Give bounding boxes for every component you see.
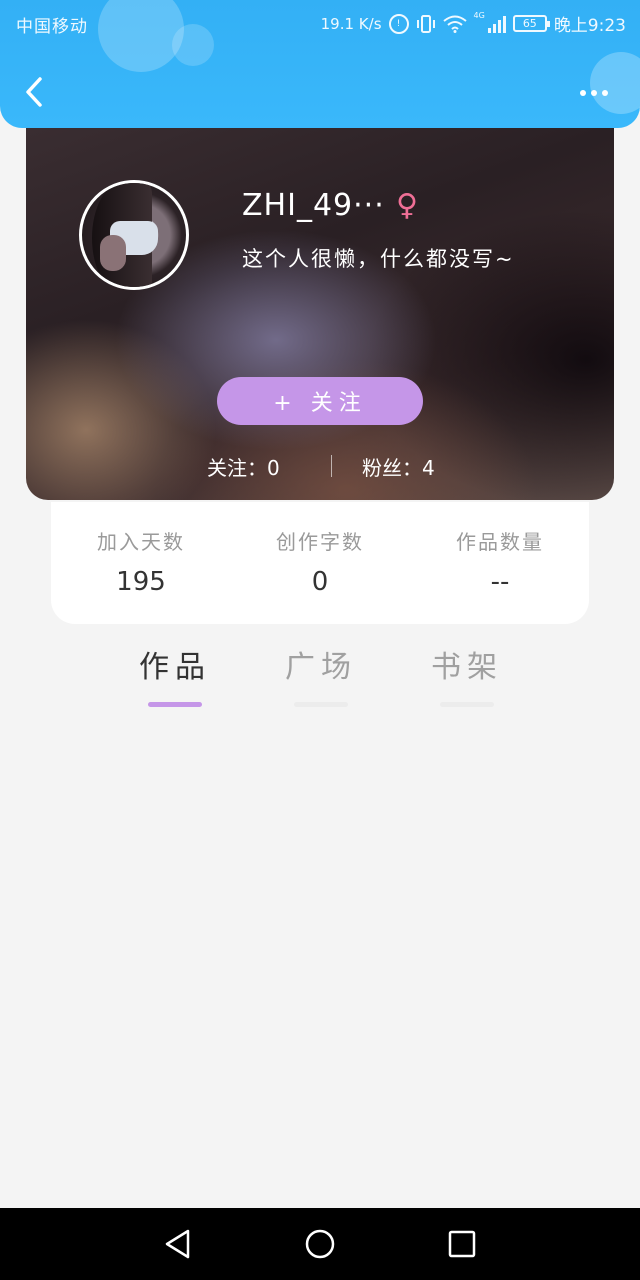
system-nav-bar <box>0 1208 640 1280</box>
more-dots-icon <box>591 90 597 96</box>
tab-indicator <box>148 702 202 707</box>
follow-button[interactable]: + 关注 <box>217 377 423 425</box>
profile-card: ZHI_49··· ♀ 这个人很懒，什么都没写~ + 关注 关注：0 粉丝：4 <box>26 100 614 500</box>
stat-join-days: 加入天数 195 <box>61 526 221 597</box>
stat-label: 加入天数 <box>97 530 185 554</box>
tab-label: 作品 <box>139 650 211 685</box>
stat-works-count: 作品数量 -- <box>420 526 580 597</box>
network-type: 4G <box>473 11 485 20</box>
network-speed: 19.1 K/s <box>320 14 382 33</box>
nav-back-triangle-icon[interactable] <box>162 1228 194 1260</box>
top-header: 中国移动 19.1 K/s ! 4G 65 晚上9:23 <box>0 0 640 128</box>
wifi-icon <box>442 15 467 33</box>
tab-label: 书架 <box>431 650 503 685</box>
avatar[interactable] <box>79 180 189 290</box>
carrier-name: 中国移动 <box>16 17 88 37</box>
tab-works[interactable]: 作品 <box>115 642 235 707</box>
follow-stats: 关注：0 粉丝：4 <box>26 452 614 482</box>
tab-label: 广场 <box>285 650 357 685</box>
more-options-button[interactable] <box>576 84 612 102</box>
fans-count[interactable]: 粉丝：4 <box>362 452 435 481</box>
user-bio: 这个人很懒，什么都没写~ <box>242 247 515 271</box>
tab-indicator <box>440 702 494 707</box>
following-count[interactable]: 关注：0 <box>207 452 280 481</box>
tab-indicator <box>294 702 348 707</box>
tab-bookshelf[interactable]: 书架 <box>407 642 527 707</box>
back-button[interactable] <box>20 74 52 110</box>
status-bar: 中国移动 19.1 K/s ! 4G 65 晚上9:23 <box>0 0 640 44</box>
vibrate-icon <box>416 14 435 33</box>
nav-recent-square-icon[interactable] <box>446 1228 478 1260</box>
female-gender-icon: ♀ <box>396 188 418 223</box>
stat-value: 195 <box>116 567 166 597</box>
data-saver-icon: ! <box>388 13 409 34</box>
stat-value: 0 <box>311 567 329 597</box>
divider <box>331 455 332 477</box>
username: ZHI_49··· <box>242 188 385 223</box>
chevron-left-icon <box>26 77 42 107</box>
stats-card: 加入天数 195 创作字数 0 作品数量 -- <box>51 502 589 624</box>
battery-icon: 65 <box>512 15 550 32</box>
more-dots-icon <box>602 90 608 96</box>
signal-icon <box>487 15 506 33</box>
clock: 晚上9:23 <box>553 16 626 36</box>
stat-label: 作品数量 <box>456 530 544 554</box>
stat-value: -- <box>490 567 510 597</box>
stat-word-count: 创作字数 0 <box>240 526 400 597</box>
nav-home-circle-icon[interactable] <box>304 1228 336 1260</box>
decorative-bubble <box>590 52 640 114</box>
more-dots-icon <box>580 90 586 96</box>
stat-label: 创作字数 <box>276 530 364 554</box>
tab-square[interactable]: 广场 <box>261 642 381 707</box>
